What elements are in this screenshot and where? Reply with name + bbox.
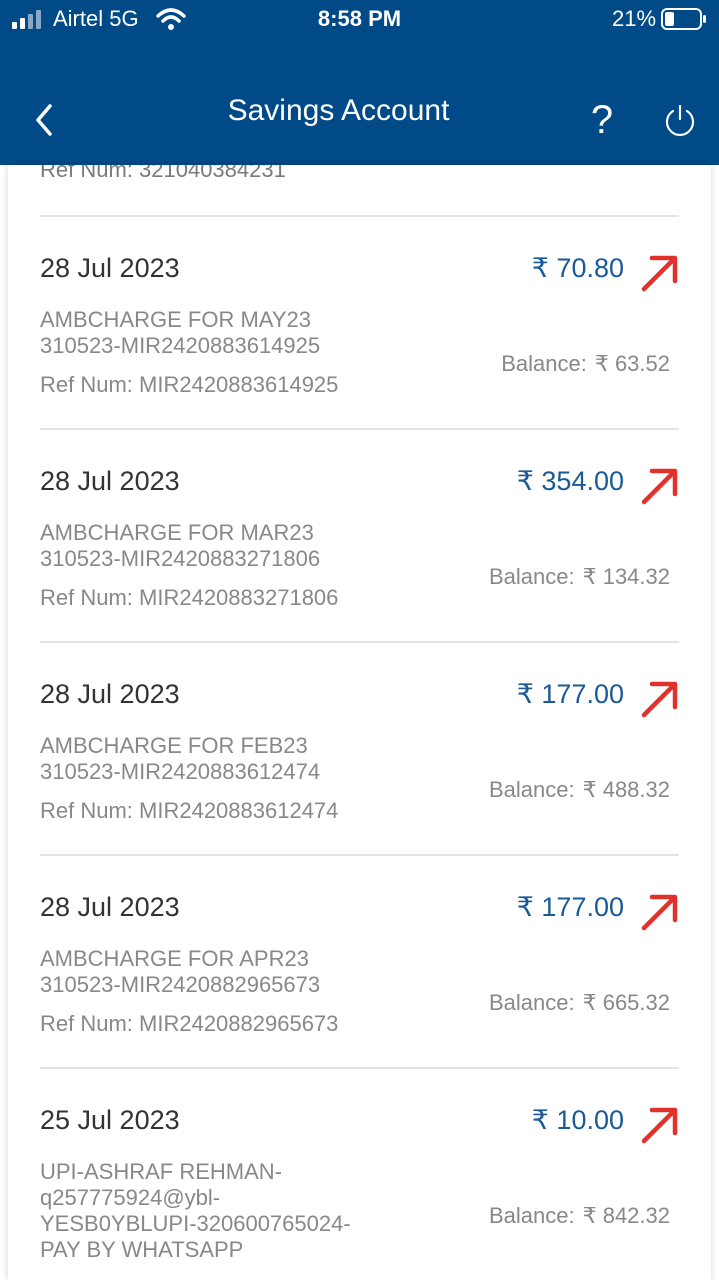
balance-label: Balance: bbox=[501, 351, 587, 376]
transaction-ref: Ref Num: MIR2420883612474 bbox=[40, 798, 339, 823]
balance-value: ₹ 63.52 bbox=[594, 351, 670, 376]
transaction-date: 28 Jul 2023 bbox=[40, 466, 180, 496]
transaction-amount: ₹ 354.00 bbox=[516, 466, 624, 496]
transaction-date: 25 Jul 2023 bbox=[40, 1105, 180, 1135]
transaction-date: 28 Jul 2023 bbox=[40, 679, 180, 709]
transaction-row[interactable]: 28 Jul 2023 ₹ 70.80 AMBCHARGE FOR MAY23 … bbox=[8, 217, 711, 429]
description-line: UPI-ASHRAF REHMAN- bbox=[40, 1159, 283, 1184]
description-line: PAY BY WHATSAPP bbox=[40, 1237, 244, 1262]
transaction-balance: Balance: ₹ 842.32 bbox=[489, 1203, 670, 1229]
transaction-ref: Ref Num: MIR2420882965673 bbox=[40, 1011, 339, 1036]
description-line: YESB0YBLUPI-320600765024- bbox=[40, 1211, 351, 1236]
balance-label: Balance: bbox=[488, 990, 575, 1015]
balance-value: ₹ 842.32 bbox=[582, 1203, 670, 1228]
power-icon[interactable] bbox=[662, 103, 698, 139]
balance-label: Balance: bbox=[488, 1203, 575, 1228]
balance-value: ₹ 488.32 bbox=[582, 777, 670, 802]
balance-label: Balance: bbox=[488, 777, 575, 802]
transaction-balance: Balance: ₹ 665.32 bbox=[489, 990, 670, 1016]
balance-label: Balance: bbox=[488, 564, 575, 589]
balance-value: ₹ 665.32 bbox=[582, 990, 670, 1015]
description-line: AMBCHARGE FOR MAY23 bbox=[40, 307, 311, 332]
description-line: AMBCHARGE FOR FEB23 bbox=[40, 733, 308, 758]
status-bar: Airtel 5G 8:58 PM 21% bbox=[0, 0, 719, 40]
transaction-description: AMBCHARGE FOR FEB23 310523-MIR2420883612… bbox=[40, 733, 410, 785]
transaction-ref: Ref Num: MIR2420883614925 bbox=[40, 372, 339, 397]
description-line: 310523-MIR2420883614925 bbox=[40, 333, 321, 358]
description-line: q257775924@ybl- bbox=[40, 1185, 221, 1210]
debit-arrow-icon bbox=[641, 894, 678, 931]
transaction-list[interactable]: Ref Num: 321040384231 28 Jul 2023 ₹ 70.8… bbox=[8, 165, 711, 1280]
transaction-row[interactable]: 25 Jul 2023 ₹ 10.00 UPI-ASHRAF REHMAN- q… bbox=[8, 1069, 711, 1280]
app-header: Airtel 5G 8:58 PM 21% Savings Account ? bbox=[0, 0, 719, 165]
debit-arrow-icon bbox=[641, 681, 678, 718]
transaction-date: 28 Jul 2023 bbox=[40, 892, 180, 922]
previous-ref-num: Ref Num: 321040384231 bbox=[40, 165, 286, 182]
description-line: 310523-MIR2420883612474 bbox=[40, 759, 321, 784]
page-title: Savings Account bbox=[227, 94, 450, 127]
balance-value: ₹ 134.32 bbox=[582, 564, 670, 589]
help-button[interactable]: ? bbox=[582, 96, 622, 144]
transaction-ref: Ref Num: MIR2420883271806 bbox=[40, 585, 339, 610]
transaction-amount: ₹ 177.00 bbox=[516, 892, 624, 922]
description-line: 310523-MIR2420882965673 bbox=[40, 972, 321, 997]
transaction-row[interactable]: 28 Jul 2023 ₹ 177.00 AMBCHARGE FOR APR23… bbox=[8, 856, 711, 1068]
transaction-balance: Balance: ₹ 488.32 bbox=[489, 777, 670, 803]
transaction-row[interactable]: 28 Jul 2023 ₹ 354.00 AMBCHARGE FOR MAR23… bbox=[8, 430, 711, 642]
transaction-balance: Balance: ₹ 63.52 bbox=[501, 351, 670, 377]
description-line: AMBCHARGE FOR MAR23 bbox=[40, 520, 314, 545]
description-line: AMBCHARGE FOR APR23 bbox=[40, 946, 309, 971]
battery-icon bbox=[661, 8, 706, 30]
debit-arrow-icon bbox=[641, 1107, 678, 1144]
transaction-amount: ₹ 10.00 bbox=[531, 1105, 624, 1135]
transaction-description: AMBCHARGE FOR MAR23 310523-MIR2420883271… bbox=[40, 520, 410, 572]
battery-percent: 21% bbox=[612, 6, 657, 31]
transaction-description: AMBCHARGE FOR APR23 310523-MIR2420882965… bbox=[40, 946, 410, 998]
transaction-row[interactable]: 28 Jul 2023 ₹ 177.00 AMBCHARGE FOR FEB23… bbox=[8, 643, 711, 855]
transaction-amount: ₹ 177.00 bbox=[516, 679, 624, 709]
description-line: 310523-MIR2420883271806 bbox=[40, 546, 321, 571]
transaction-balance: Balance: ₹ 134.32 bbox=[489, 564, 670, 590]
debit-arrow-icon bbox=[641, 468, 678, 505]
transaction-amount: ₹ 70.80 bbox=[531, 253, 624, 283]
transaction-description: UPI-ASHRAF REHMAN- q257775924@ybl- YESB0… bbox=[40, 1159, 410, 1263]
debit-arrow-icon bbox=[641, 255, 678, 292]
transaction-description: AMBCHARGE FOR MAY23 310523-MIR2420883614… bbox=[40, 307, 410, 359]
transaction-date: 28 Jul 2023 bbox=[40, 253, 180, 283]
